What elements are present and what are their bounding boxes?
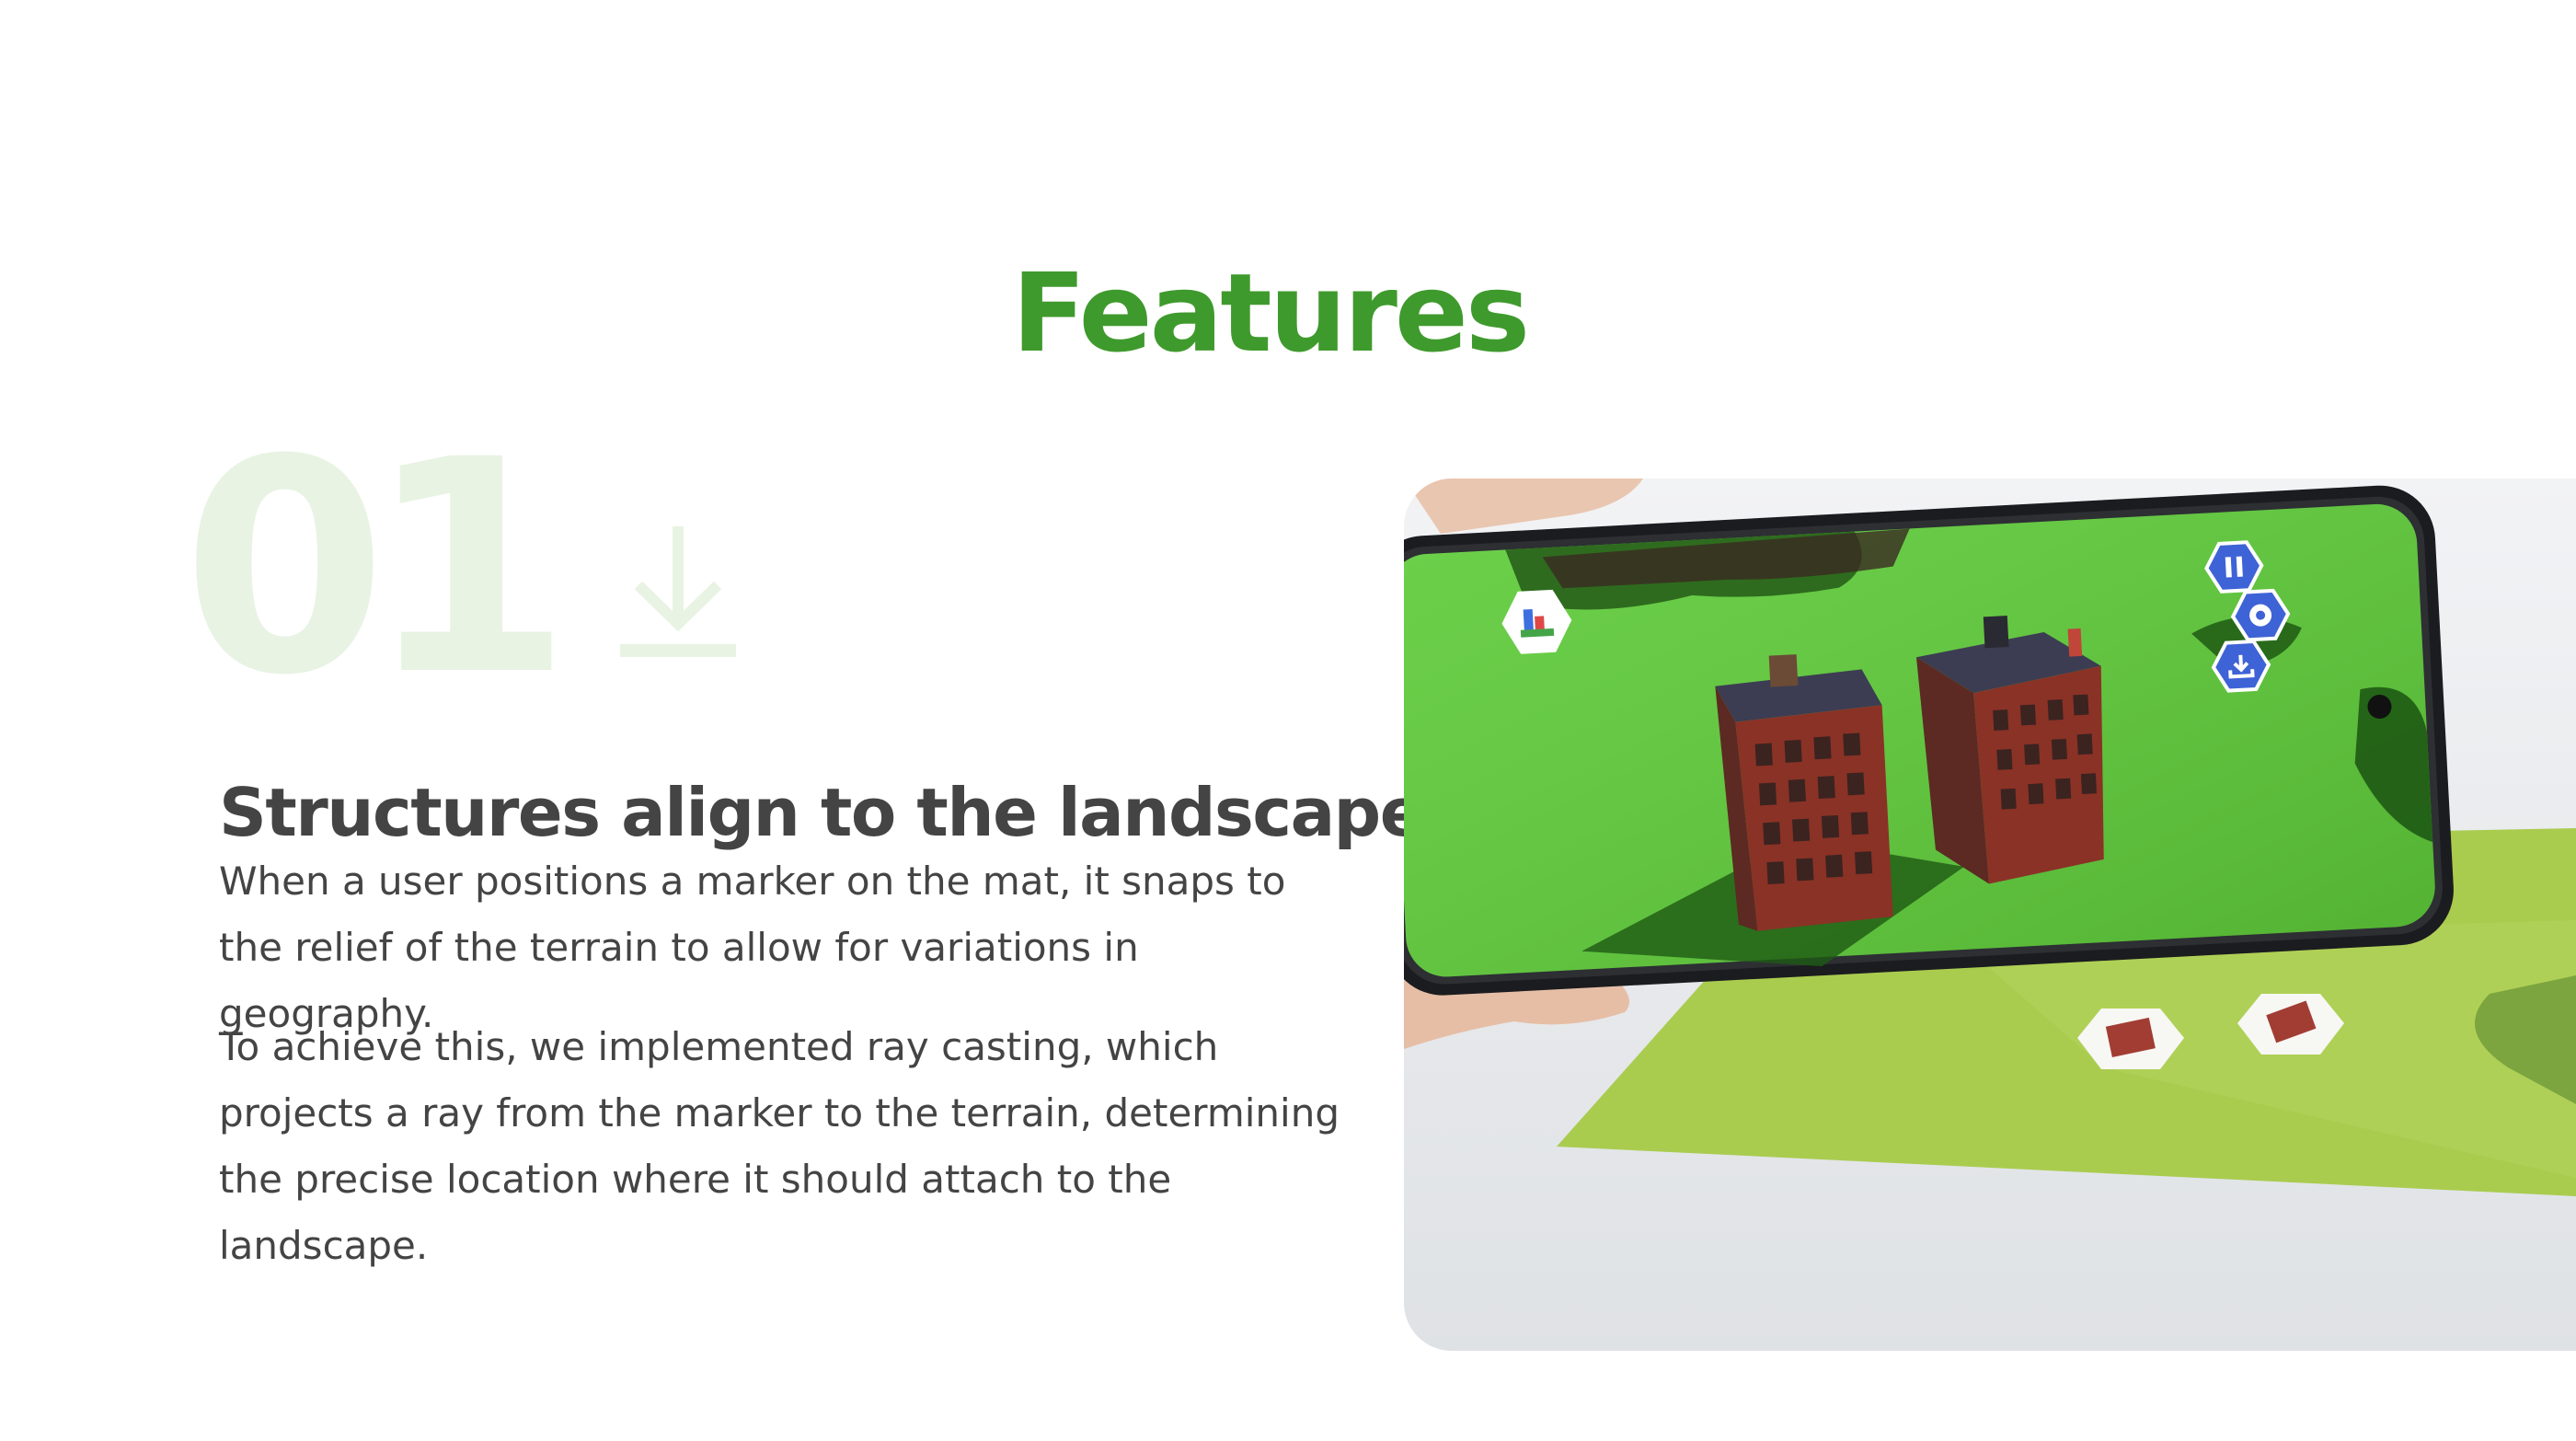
- feature-photo: [1404, 478, 2576, 1351]
- download-icon: [620, 526, 736, 657]
- building: [1715, 654, 1893, 931]
- hand: [1404, 478, 1643, 534]
- page-title: Features: [1011, 249, 1530, 377]
- phone: [1404, 485, 2454, 996]
- feature-heading: Structures align to the landscape: [219, 773, 1425, 851]
- feature-paragraph-2: To achieve this, we implemented ray cast…: [219, 1024, 1340, 1268]
- feature-number: 01: [182, 398, 571, 740]
